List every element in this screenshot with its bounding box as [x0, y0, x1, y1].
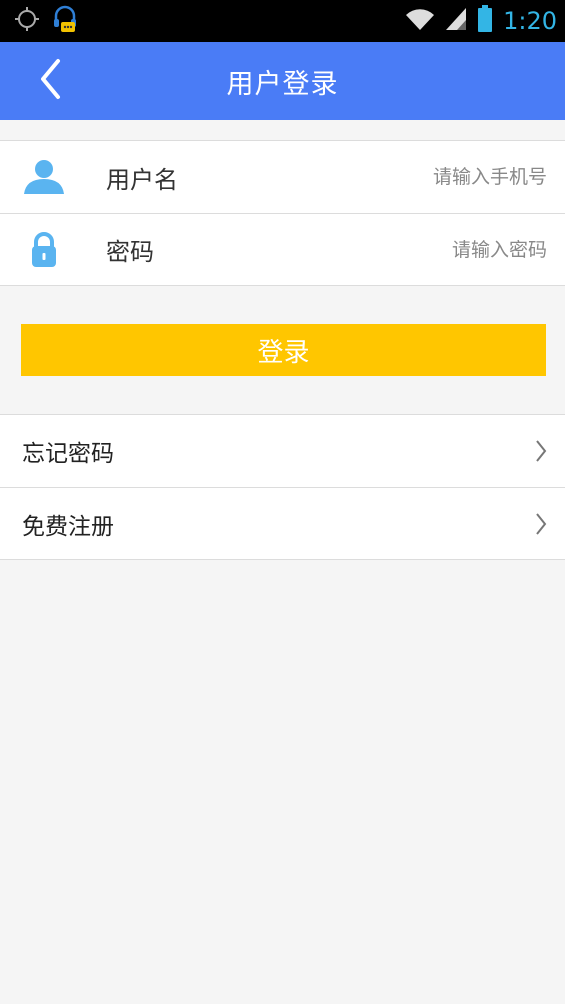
battery-icon — [477, 5, 493, 37]
username-input[interactable] — [247, 157, 547, 197]
password-label: 密码 — [106, 238, 154, 266]
login-form: 用户名 密码 — [0, 140, 565, 286]
lock-icon — [22, 228, 66, 272]
headset-notification-icon — [52, 4, 78, 38]
chevron-right-icon — [535, 512, 547, 540]
page-title: 用户登录 — [226, 68, 339, 100]
user-icon — [22, 155, 66, 199]
username-label: 用户名 — [106, 165, 178, 194]
register-row[interactable]: 免费注册 — [0, 487, 565, 559]
gps-icon — [14, 6, 40, 36]
links-list: 忘记密码 免费注册 — [0, 414, 565, 560]
login-button[interactable]: 登录 — [21, 324, 546, 376]
forgot-password-row[interactable]: 忘记密码 — [0, 415, 565, 487]
status-bar: 1:20 — [0, 0, 565, 42]
forgot-password-label: 忘记密码 — [22, 441, 114, 467]
status-time: 1:20 — [503, 7, 557, 35]
username-row: 用户名 — [0, 141, 565, 213]
chevron-right-icon — [535, 439, 547, 467]
back-button[interactable] — [28, 52, 72, 110]
register-label: 免费注册 — [22, 513, 114, 540]
signal-icon — [445, 7, 467, 35]
wifi-icon — [405, 7, 435, 35]
password-input[interactable] — [247, 229, 547, 270]
back-arrow-icon — [38, 58, 62, 104]
password-row: 密码 — [0, 213, 565, 285]
header-bar: 用户登录 — [0, 42, 565, 120]
